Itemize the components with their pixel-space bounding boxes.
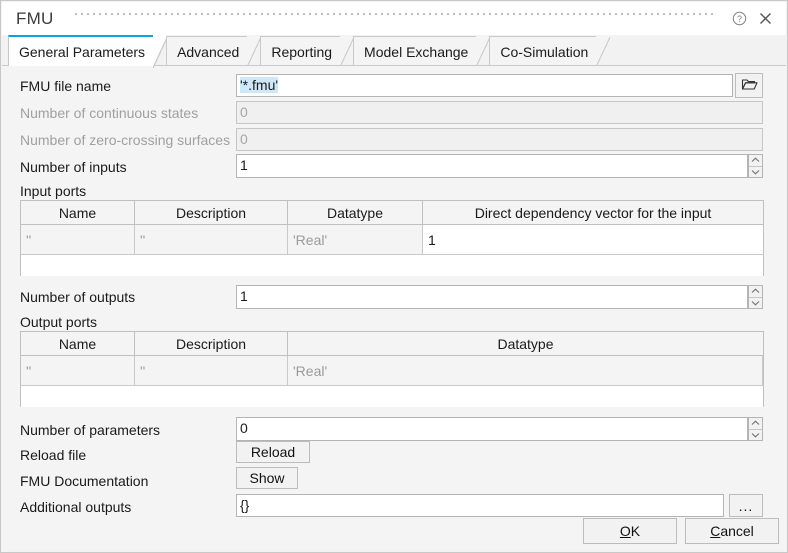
additional-outputs-label: Additional outputs [20,498,131,516]
additional-outputs-input[interactable]: {} [236,494,724,517]
ellipsis-icon: ... [739,501,754,511]
output-ports-table: Name Description Datatype '' '' 'Real' [20,331,764,407]
folder-open-icon [741,77,758,95]
tab-strip: General Parameters Advanced Reporting Mo… [2,35,786,66]
tab-label: Reporting [271,44,332,60]
stepper-down-icon[interactable] [749,298,762,309]
number-of-inputs-stepper[interactable] [748,154,763,178]
input-ports-caption: Input ports [20,182,86,200]
input-port-name-cell[interactable]: '' [21,225,135,255]
fmu-file-name-value: '*.fmu' [240,77,278,93]
close-icon[interactable] [752,6,778,32]
output-ports-caption: Output ports [20,313,97,331]
continuous-states-input: 0 [236,101,763,124]
cancel-button[interactable]: Cancel [685,518,779,544]
number-of-parameters-stepper[interactable] [748,417,763,441]
tab-label: Co-Simulation [500,44,588,60]
help-icon[interactable]: ? [726,6,752,32]
input-ports-header-row: Name Description Datatype Direct depende… [21,201,763,225]
dialog-content: FMU file name '*.fmu' Number of continuo… [2,66,786,551]
dialog-titlebar: FMU ? [2,2,786,35]
number-of-outputs-input[interactable]: 1 [236,285,748,309]
output-ports-col-datatype: Datatype [288,332,763,355]
zero-crossing-label: Number of zero-crossing surfaces [20,131,230,149]
stepper-up-icon[interactable] [749,286,762,298]
tab-label: Advanced [177,44,239,60]
output-port-description-cell[interactable]: '' [135,356,288,386]
input-ports-empty-area [21,255,763,276]
show-button-label: Show [249,470,284,486]
svg-text:?: ? [736,14,741,24]
input-port-description-cell[interactable]: '' [135,225,288,255]
input-ports-col-description: Description [135,201,288,224]
output-ports-col-name: Name [21,332,135,355]
tab-general-parameters[interactable]: General Parameters [8,35,154,66]
tab-model-exchange[interactable]: Model Exchange [353,36,477,66]
table-row[interactable]: '' '' 'Real' [21,356,763,386]
tab-reporting[interactable]: Reporting [260,36,341,66]
output-port-datatype-cell[interactable]: 'Real' [288,356,763,386]
fmu-dialog: FMU ? General Parameters Advanced Report… [0,0,788,553]
number-of-parameters-input[interactable]: 0 [236,417,748,441]
input-ports-col-datatype: Datatype [288,201,423,224]
zero-crossing-value: 0 [240,131,248,147]
input-ports-col-dependency: Direct dependency vector for the input [423,201,763,224]
drag-grip-dots-icon[interactable] [75,13,716,24]
number-of-parameters-value: 0 [240,420,248,436]
zero-crossing-input: 0 [236,128,763,151]
tab-advanced[interactable]: Advanced [166,36,248,66]
ok-button-label: OK [620,523,640,539]
additional-outputs-browse-button[interactable]: ... [729,494,763,517]
input-port-datatype-cell[interactable]: 'Real' [288,225,423,255]
fmu-file-name-label: FMU file name [20,77,111,95]
input-ports-col-name: Name [21,201,135,224]
output-ports-header-row: Name Description Datatype [21,332,763,356]
number-of-inputs-input[interactable]: 1 [236,154,748,178]
stepper-down-icon[interactable] [749,430,762,441]
output-ports-col-description: Description [135,332,288,355]
number-of-parameters-label: Number of parameters [20,421,160,439]
number-of-outputs-stepper[interactable] [748,285,763,309]
reload-button-label: Reload [251,444,295,460]
input-port-dependency-cell[interactable]: 1 [423,225,763,255]
dialog-title: FMU [16,9,53,29]
output-port-name-cell[interactable]: '' [21,356,135,386]
reload-file-label: Reload file [20,446,86,464]
number-of-inputs-label: Number of inputs [20,158,127,176]
ok-button[interactable]: OK [583,518,677,544]
table-row[interactable]: '' '' 'Real' 1 [21,225,763,255]
tab-label: General Parameters [19,44,145,60]
reload-button[interactable]: Reload [236,441,310,463]
stepper-up-icon[interactable] [749,155,762,167]
number-of-outputs-label: Number of outputs [20,288,135,306]
tab-label: Model Exchange [364,44,468,60]
number-of-outputs-value: 1 [240,288,248,304]
stepper-up-icon[interactable] [749,418,762,430]
cancel-button-label: Cancel [710,523,754,539]
input-ports-table: Name Description Datatype Direct depende… [20,200,764,276]
continuous-states-value: 0 [240,104,248,120]
fmu-file-name-input[interactable]: '*.fmu' [236,74,733,97]
output-ports-empty-area [21,386,763,407]
show-documentation-button[interactable]: Show [236,467,298,489]
additional-outputs-value: {} [240,497,249,513]
continuous-states-label: Number of continuous states [20,104,198,122]
fmu-documentation-label: FMU Documentation [20,472,148,490]
number-of-inputs-value: 1 [240,157,248,173]
tab-co-simulation[interactable]: Co-Simulation [489,36,597,66]
browse-fmu-file-button[interactable] [735,73,763,98]
stepper-down-icon[interactable] [749,167,762,178]
